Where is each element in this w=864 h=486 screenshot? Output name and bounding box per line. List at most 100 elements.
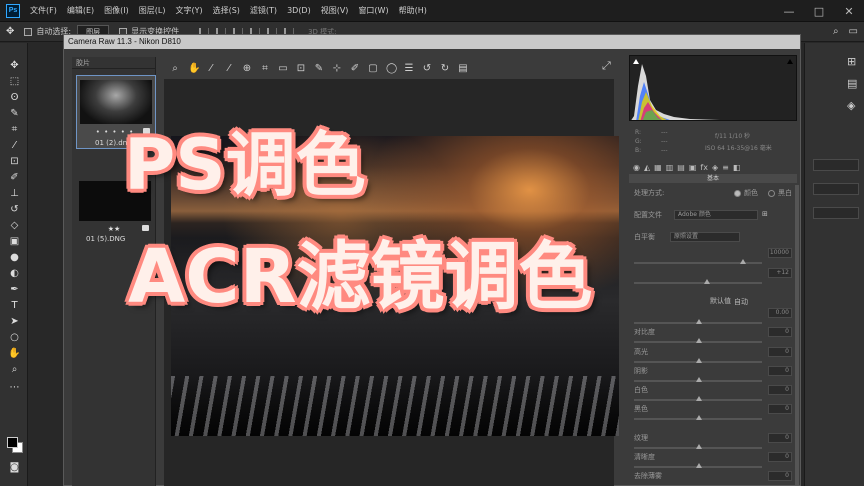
panel-icon-2[interactable]: ▤ — [847, 77, 857, 90]
dodge-icon[interactable]: ◐ — [8, 267, 21, 280]
panel-field-2[interactable] — [813, 183, 859, 195]
white-balance-icon[interactable]: ⁄ — [206, 63, 216, 74]
preferences-icon[interactable]: ☰ — [404, 63, 414, 74]
spot-removal-icon[interactable]: ✎ — [314, 63, 324, 74]
marquee-icon[interactable]: ⬚ — [8, 75, 21, 88]
slider-thumb[interactable] — [696, 415, 702, 420]
slider-value[interactable]: 0 — [768, 404, 792, 414]
rotate-right-icon[interactable]: ↻ — [440, 63, 450, 74]
white-balance-dropdown[interactable]: 原照设置 — [670, 232, 740, 242]
panel-scrollbar[interactable] — [795, 185, 799, 485]
targeted-adjust-icon[interactable]: ⊕ — [242, 63, 252, 74]
type-icon[interactable]: T — [8, 299, 21, 312]
history-brush-icon[interactable]: ↺ — [8, 203, 21, 216]
tab-calibration-icon[interactable]: ◈ — [712, 163, 718, 172]
slider-value[interactable]: 0 — [768, 452, 792, 462]
menu-edit[interactable]: 编辑(E) — [67, 5, 94, 16]
adjustment-brush-icon[interactable]: ✐ — [350, 63, 360, 74]
more-tools-icon[interactable]: ⋯ — [8, 381, 21, 394]
quick-select-icon[interactable]: ✎ — [8, 107, 21, 120]
menu-3d[interactable]: 3D(D) — [287, 6, 311, 15]
treatment-color-radio[interactable] — [734, 190, 741, 197]
default-link[interactable]: 默认值 — [710, 296, 731, 306]
tab-presets-icon[interactable]: ≡ — [722, 163, 729, 172]
close-button[interactable]: ✕ — [834, 0, 864, 22]
workspace-icon[interactable]: ▭ — [849, 26, 858, 37]
crop-icon[interactable]: ⌗ — [8, 123, 21, 136]
menu-view[interactable]: 视图(V) — [321, 5, 349, 16]
texture-slider[interactable] — [634, 444, 762, 449]
slider-thumb[interactable] — [696, 444, 702, 449]
stamp-icon[interactable]: ⊥ — [8, 187, 21, 200]
slider-thumb[interactable] — [696, 319, 702, 324]
slider-value[interactable]: 0 — [768, 433, 792, 443]
slider-thumb[interactable] — [740, 259, 746, 264]
panel-field-3[interactable] — [813, 207, 859, 219]
temperature-value[interactable]: 10000 — [768, 248, 792, 258]
slider-thumb[interactable] — [696, 338, 702, 343]
rotate-left-icon[interactable]: ↺ — [422, 63, 432, 74]
tab-snapshots-icon[interactable]: ◧ — [733, 163, 741, 172]
tab-split-toning-icon[interactable]: ▤ — [677, 163, 685, 172]
contrast-slider[interactable] — [634, 338, 762, 343]
slider-value[interactable]: 0 — [768, 366, 792, 376]
slider-value[interactable]: 0 — [768, 385, 792, 395]
thumbnail-rating[interactable]: ★★ — [76, 225, 152, 233]
menu-select[interactable]: 选择(S) — [213, 5, 240, 16]
tab-detail-icon[interactable]: ▦ — [654, 163, 662, 172]
hand-icon[interactable]: ✋ — [8, 347, 21, 360]
slider-value[interactable]: 0 — [768, 347, 792, 357]
slider-thumb[interactable] — [696, 358, 702, 363]
slider-thumb[interactable] — [696, 463, 702, 468]
panel-icon-3[interactable]: ◈ — [847, 99, 855, 112]
profile-dropdown[interactable]: Adobe 颜色 — [674, 210, 758, 220]
menu-help[interactable]: 帮助(H) — [399, 5, 427, 16]
pen-icon[interactable]: ✒ — [8, 283, 21, 296]
highlight-clip-icon[interactable] — [787, 59, 793, 64]
shadow-clip-icon[interactable] — [633, 59, 639, 64]
maximize-button[interactable]: □ — [804, 0, 834, 22]
highlights-slider[interactable] — [634, 358, 762, 363]
profile-browser-icon[interactable]: ⊞ — [762, 210, 768, 218]
eraser-icon[interactable]: ◇ — [8, 219, 21, 232]
auto-link[interactable]: 自动 — [734, 297, 748, 307]
panel-field-1[interactable] — [813, 159, 859, 171]
move-icon[interactable]: ✥ — [8, 59, 21, 72]
tab-tone-curve-icon[interactable]: ◭ — [644, 163, 650, 172]
search-icon[interactable]: ⌕ — [833, 26, 839, 37]
minimize-button[interactable]: — — [774, 0, 804, 22]
quick-mask-icon[interactable]: ◙ — [8, 461, 21, 474]
fullscreen-icon[interactable]: ⤢ — [602, 59, 611, 73]
tab-basic-icon[interactable]: ◉ — [633, 163, 640, 172]
shadows-slider[interactable] — [634, 377, 762, 382]
blacks-slider[interactable] — [634, 415, 762, 420]
treatment-bw-radio[interactable] — [768, 190, 775, 197]
menu-filter[interactable]: 滤镜(T) — [250, 5, 277, 16]
tab-effects-icon[interactable]: fx — [700, 163, 708, 172]
auto-select-checkbox[interactable] — [24, 27, 33, 36]
gradient-icon[interactable]: ▣ — [8, 235, 21, 248]
hand-icon[interactable]: ✋ — [188, 63, 200, 74]
ellipse-icon[interactable]: ○ — [8, 331, 21, 344]
menu-file[interactable]: 文件(F) — [30, 5, 57, 16]
trash-icon[interactable]: ▤ — [458, 63, 468, 74]
slider-thumb[interactable] — [696, 396, 702, 401]
tab-hsl-icon[interactable]: ▥ — [666, 163, 674, 172]
blur-icon[interactable]: ● — [8, 251, 21, 264]
menu-window[interactable]: 窗口(W) — [358, 5, 388, 16]
slider-value[interactable]: 0 — [768, 471, 792, 481]
menu-layer[interactable]: 图层(L) — [139, 5, 166, 16]
move-tool-icon[interactable]: ✥ — [6, 26, 14, 37]
crop-icon[interactable]: ⌗ — [260, 63, 270, 74]
lasso-icon[interactable]: ʘ — [8, 91, 21, 104]
red-eye-icon[interactable]: ⊹ — [332, 63, 342, 74]
tint-slider[interactable] — [634, 279, 762, 284]
patch-icon[interactable]: ⊡ — [8, 155, 21, 168]
transform-icon[interactable]: ⊡ — [296, 63, 306, 74]
path-select-icon[interactable]: ➤ — [8, 315, 21, 328]
slider-thumb[interactable] — [696, 377, 702, 382]
graduated-filter-icon[interactable]: ▢ — [368, 63, 378, 74]
eyedropper-icon[interactable]: ⁄ — [8, 139, 21, 152]
menu-image[interactable]: 图像(I) — [104, 5, 129, 16]
color-sampler-icon[interactable]: ⁄ — [224, 63, 234, 74]
